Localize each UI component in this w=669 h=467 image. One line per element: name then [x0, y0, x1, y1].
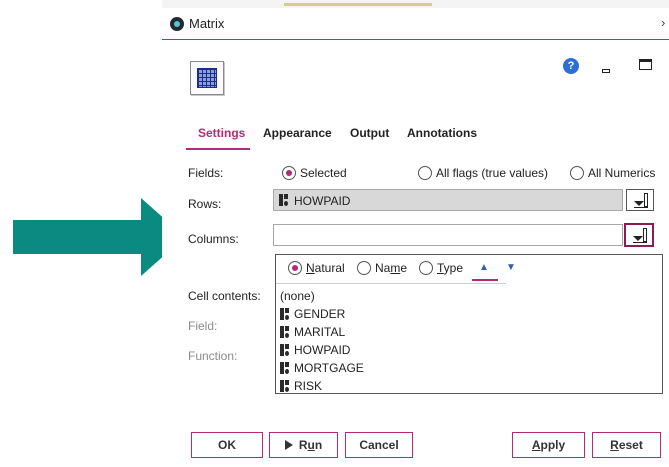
field-list-dropdown: Natural Name Type ▲ ▼ (none) GENDER MARI… [275, 254, 663, 394]
fields-all-flags-radio[interactable] [418, 166, 432, 180]
fields-selected-radio[interactable] [282, 166, 296, 180]
close-icon[interactable]: › [661, 15, 665, 30]
rows-field[interactable]: HOWPAID [273, 189, 623, 211]
columns-field[interactable] [273, 224, 623, 246]
set-type-icon [279, 194, 288, 206]
fields-selected-label[interactable]: Selected [300, 166, 347, 180]
right-arrow-icon [13, 198, 185, 276]
rows-field-picker-button[interactable] [626, 189, 654, 211]
background-bar [284, 3, 432, 6]
window-title: Matrix [189, 16, 225, 31]
set-type-icon [280, 362, 289, 374]
sort-type-radio[interactable] [419, 261, 433, 275]
tab-settings[interactable]: Settings [198, 126, 245, 140]
columns-field-picker-button[interactable] [624, 223, 654, 247]
fields-label: Fields: [188, 166, 224, 180]
sort-natural-label[interactable]: Natural [306, 261, 345, 275]
play-icon [284, 440, 293, 450]
matrix-dialog: Matrix › ? Settings Appearance Output An… [162, 8, 669, 467]
reset-button[interactable]: Reset [592, 432, 661, 458]
maximize-icon[interactable] [639, 59, 652, 70]
fields-all-numerics-radio[interactable] [570, 166, 584, 180]
sort-ascending-indicator [472, 279, 498, 281]
fields-all-numerics-label[interactable]: All Numerics [588, 166, 655, 180]
sort-natural-radio[interactable] [288, 261, 302, 275]
help-icon[interactable]: ? [563, 58, 579, 74]
title-bar: Matrix › [162, 8, 669, 40]
sort-name-label[interactable]: Name [375, 261, 407, 275]
background-strip [162, 0, 669, 8]
sort-descending-button[interactable]: ▼ [502, 259, 520, 277]
matrix-node-icon [190, 61, 224, 95]
minimize-icon[interactable] [602, 69, 610, 73]
cell-contents-label: Cell contents: [188, 289, 261, 303]
set-type-icon [280, 380, 289, 392]
sort-toolbar: Natural Name Type ▲ ▼ [276, 255, 662, 283]
set-type-icon [280, 308, 289, 320]
columns-label: Columns: [188, 232, 239, 246]
sort-name-radio[interactable] [357, 261, 371, 275]
sort-ascending-button[interactable]: ▲ [475, 259, 493, 277]
fields-all-flags-label[interactable]: All flags (true values) [436, 166, 548, 180]
set-type-icon [280, 344, 289, 356]
tab-annotations[interactable]: Annotations [407, 126, 477, 140]
tab-output[interactable]: Output [350, 126, 389, 140]
rows-field-value: HOWPAID [294, 194, 351, 208]
tab-appearance[interactable]: Appearance [263, 126, 332, 140]
set-type-icon [280, 326, 289, 338]
app-logo-icon [170, 17, 184, 31]
ok-button[interactable]: OK [191, 432, 263, 458]
cancel-button[interactable]: Cancel [345, 432, 413, 458]
rows-label: Rows: [188, 197, 222, 211]
function-label: Function: [188, 349, 238, 363]
apply-button[interactable]: Apply [512, 432, 585, 458]
run-button[interactable]: Run [269, 432, 338, 458]
field-label: Field: [188, 319, 218, 333]
sort-type-label[interactable]: Type [437, 261, 463, 275]
active-tab-indicator [186, 148, 250, 150]
